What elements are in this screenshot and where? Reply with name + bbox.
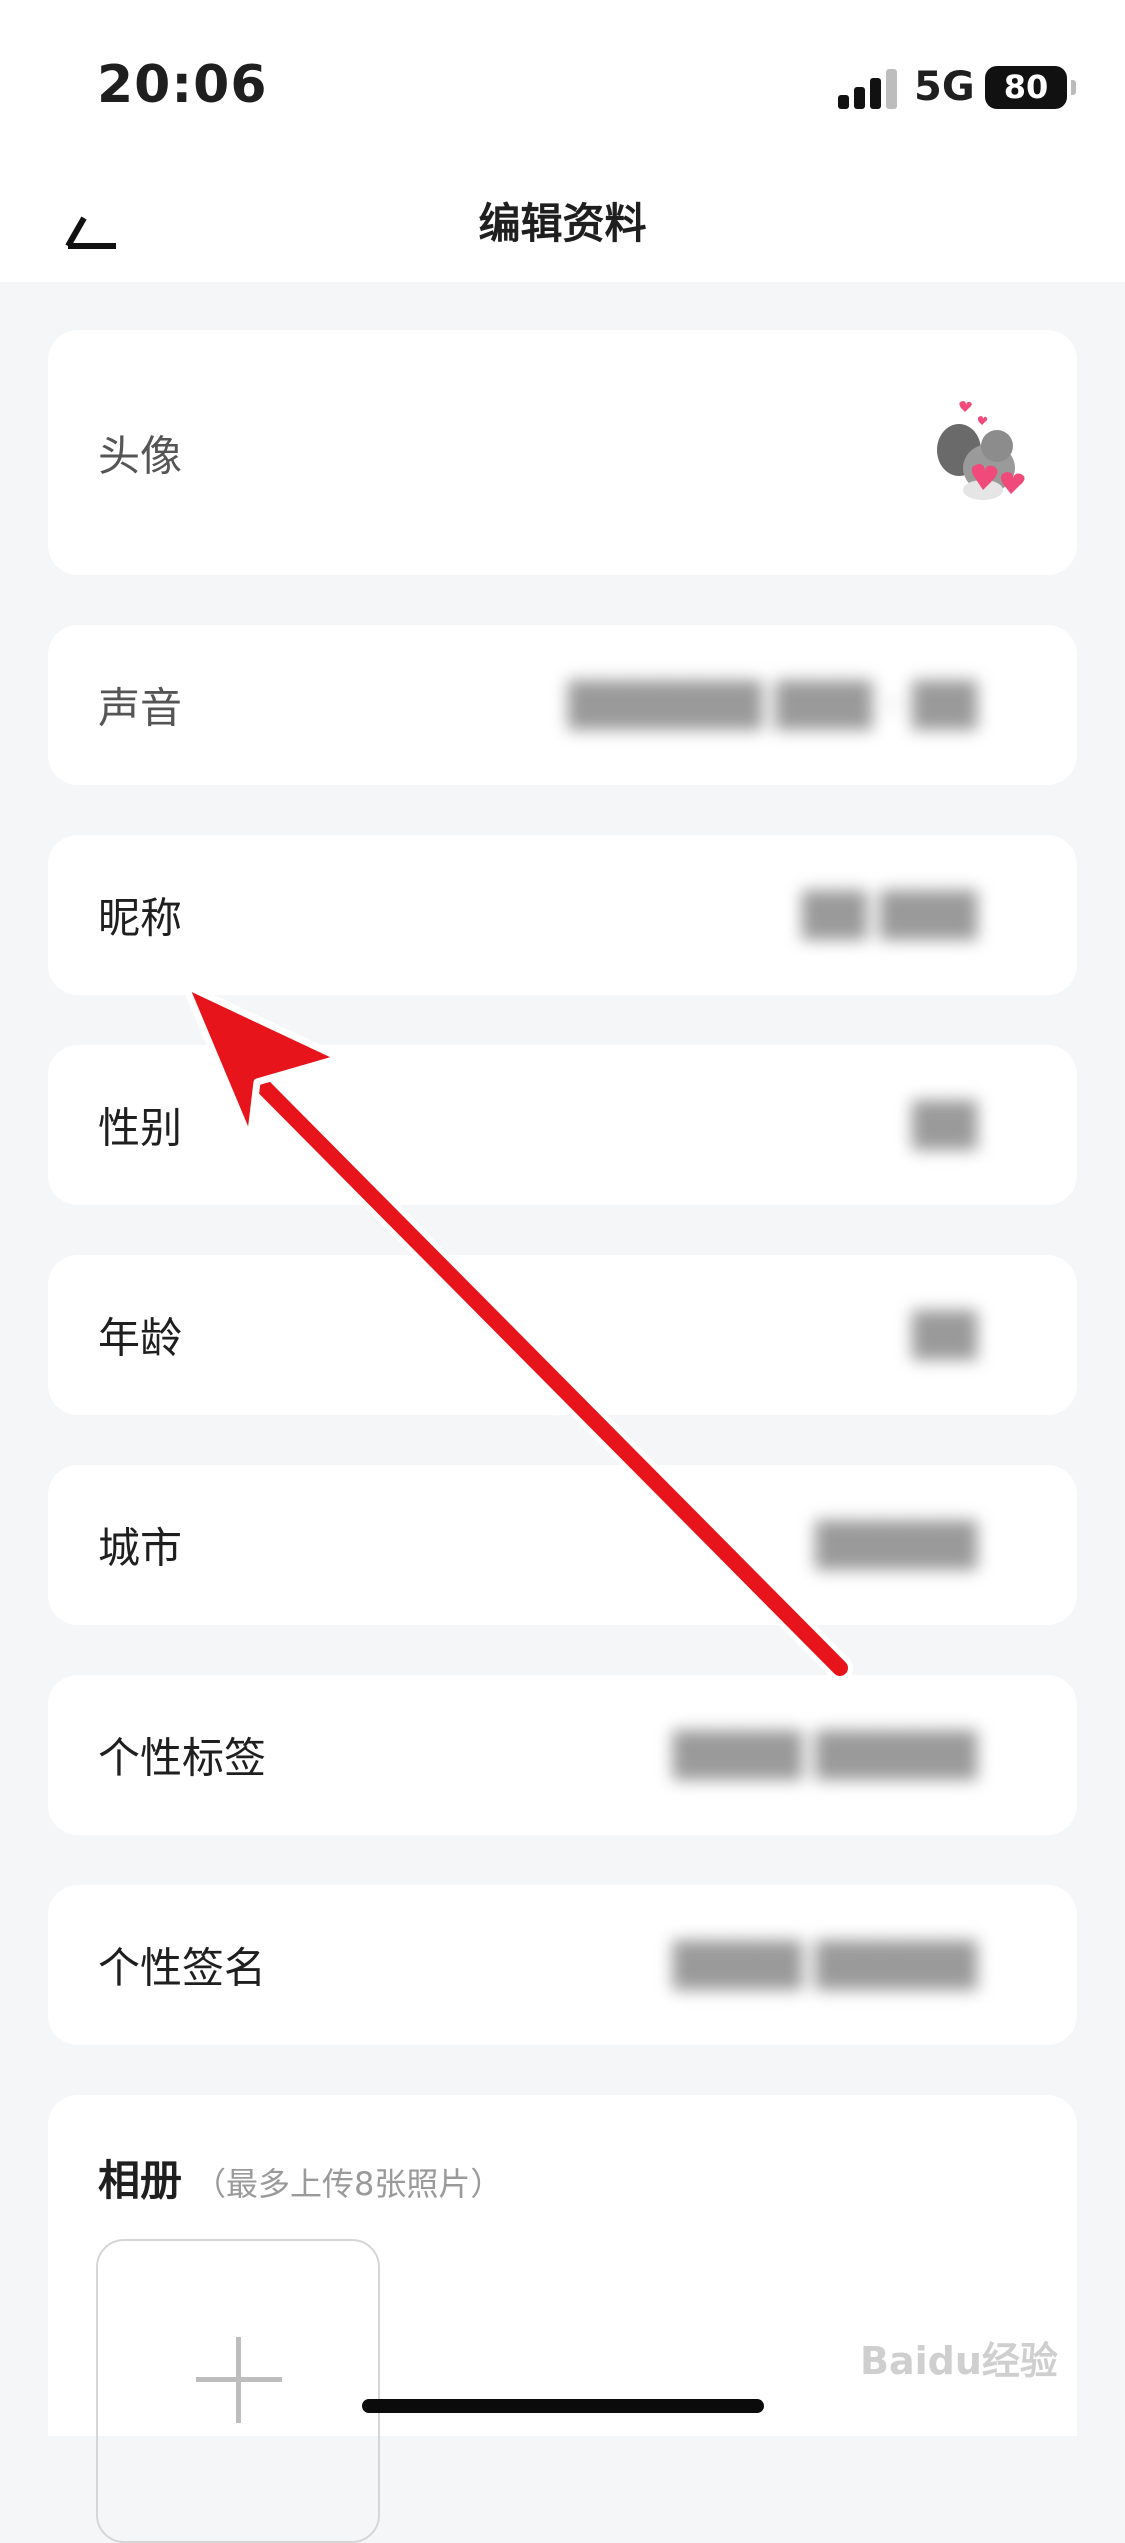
nav-bar: 编辑资料 xyxy=(0,170,1125,282)
album-title-text: 相册 xyxy=(98,2156,183,2205)
voice-label: 声音 xyxy=(98,683,183,733)
add-photo-button[interactable] xyxy=(96,2239,380,2543)
city-label: 城市 xyxy=(98,1523,183,1573)
gender-value: ██ xyxy=(912,1100,977,1150)
gender-label: 性别 xyxy=(98,1103,183,1153)
age-label: 年龄 xyxy=(98,1313,183,1363)
tags-value: ████ █████ xyxy=(672,1730,977,1780)
album-title: 相册 （最多上传8张照片） xyxy=(98,2147,502,2208)
signature-value: ████ █████ xyxy=(672,1940,977,1990)
status-bar: 20:06 5G 80 xyxy=(0,0,1125,170)
age-value: ██ xyxy=(912,1310,977,1360)
age-row[interactable]: 年龄 ██ xyxy=(48,1255,1077,1415)
city-row[interactable]: 城市 █████ xyxy=(48,1465,1077,1625)
album-hint: （最多上传8张照片） xyxy=(194,2165,503,2203)
nickname-value: ██ ███ xyxy=(802,890,977,940)
voice-row[interactable]: 声音 ██████ ███ · ██ xyxy=(48,625,1077,785)
gender-row[interactable]: 性别 ██ xyxy=(48,1045,1077,1205)
tags-row[interactable]: 个性标签 ████ █████ xyxy=(48,1675,1077,1835)
signature-label: 个性签名 xyxy=(98,1943,267,1993)
battery-icon: 80 xyxy=(985,66,1076,109)
city-value: █████ xyxy=(815,1520,978,1570)
voice-value: ██████ ███ · ██ xyxy=(568,680,977,730)
status-time: 20:06 xyxy=(97,55,268,115)
signature-row[interactable]: 个性签名 ████ █████ xyxy=(48,1885,1077,2045)
avatar[interactable] xyxy=(917,398,1037,518)
signal-icon xyxy=(838,69,898,109)
network-type: 5G xyxy=(914,64,975,110)
watermark: Baidu经验 xyxy=(860,2339,1058,2383)
avatar-row[interactable]: 头像 xyxy=(48,330,1077,575)
tags-label: 个性标签 xyxy=(98,1733,267,1783)
nickname-row[interactable]: 昵称 ██ ███ xyxy=(48,835,1077,995)
avatar-label: 头像 xyxy=(98,431,183,480)
page-title: 编辑资料 xyxy=(478,199,647,248)
nickname-label: 昵称 xyxy=(98,893,183,943)
home-indicator xyxy=(362,2399,764,2413)
